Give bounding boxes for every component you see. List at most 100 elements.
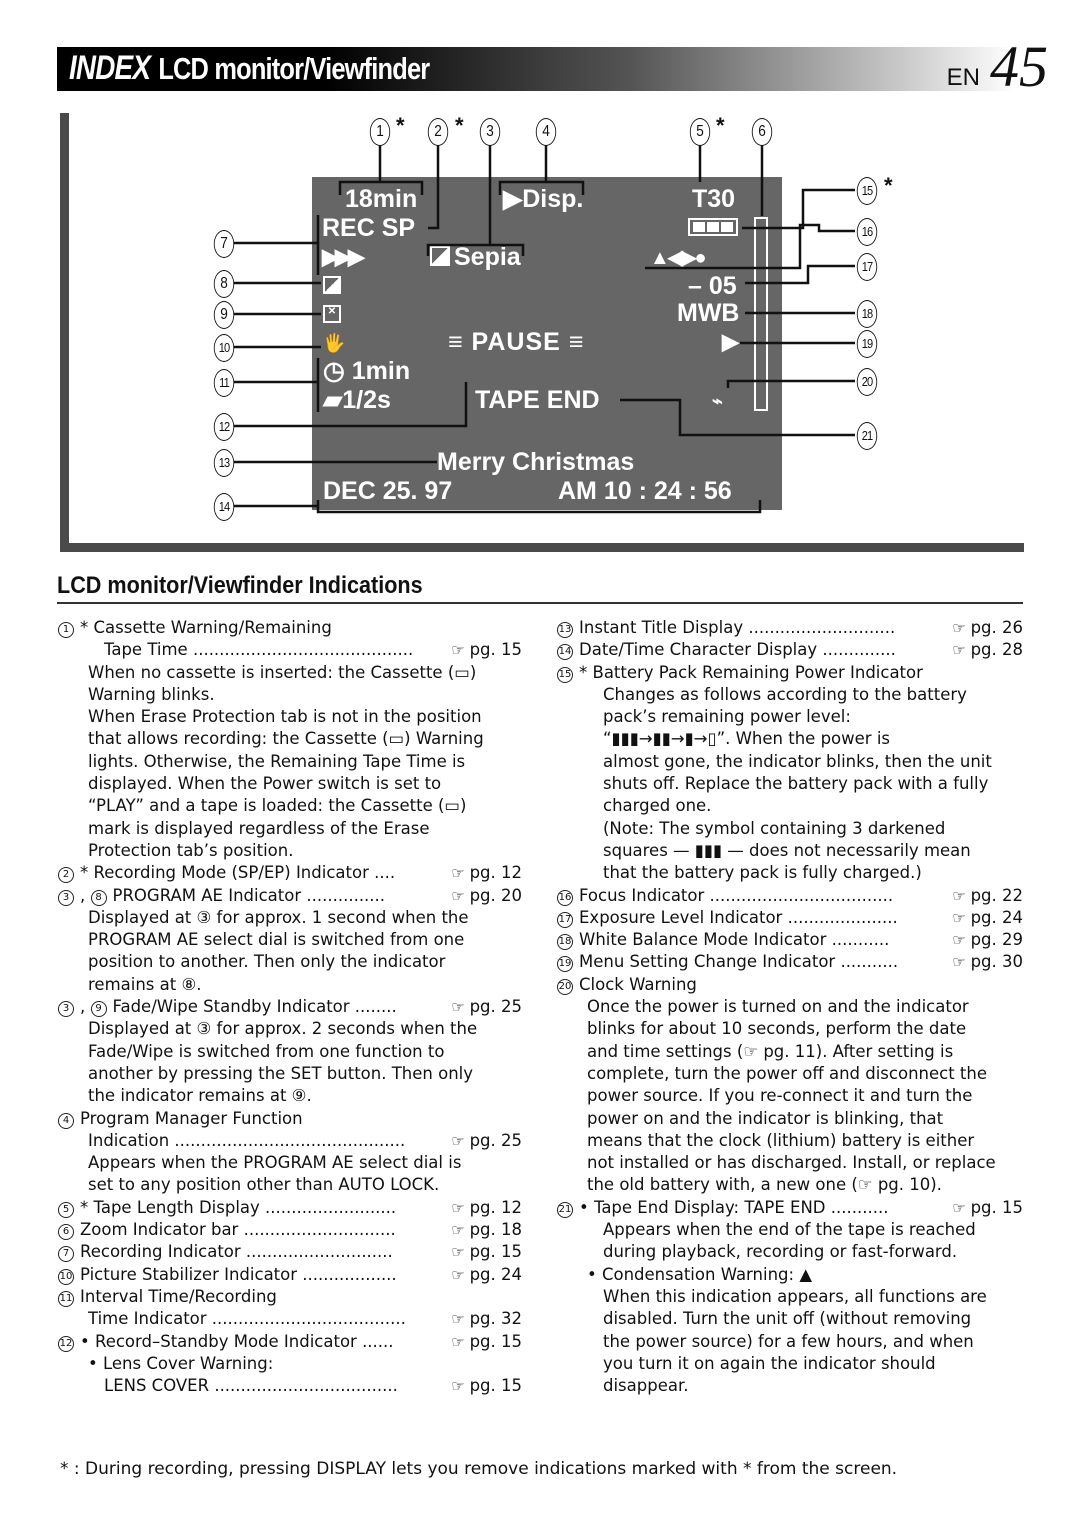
index-entry-line: Once the power is turned on and the indi… bbox=[557, 996, 1023, 1018]
timer-icon: ◷ bbox=[323, 357, 352, 385]
star-2: * bbox=[455, 113, 464, 138]
entry-text: PROGRAM AE select dial is switched from … bbox=[88, 930, 465, 950]
header-title: INDEX LCD monitor/Viewfinder bbox=[69, 49, 430, 88]
index-entry-line: “▮▮▮→▮▮→▮→▯”. When the power is bbox=[557, 728, 1023, 750]
white-balance: MWB bbox=[677, 299, 740, 327]
entry-text: Protection tab’s position. bbox=[88, 840, 294, 860]
recording-arrows-icon: ▶▶▶ bbox=[322, 244, 365, 269]
callout-3: 3 bbox=[479, 118, 501, 146]
callout-10: 10 bbox=[213, 334, 235, 362]
index-entry-line: Time Indicator .........................… bbox=[58, 1308, 522, 1330]
pointing-hand-icon: ☞ bbox=[451, 864, 470, 883]
callout-20: 20 bbox=[856, 368, 878, 396]
entry-text: Tape Time ..............................… bbox=[104, 640, 414, 660]
page-reference-text: pg. 24 bbox=[970, 907, 1023, 927]
time-display: AM 10 : 24 : 56 bbox=[558, 477, 732, 505]
entry-text: White Balance Mode Indicator ........... bbox=[579, 930, 890, 950]
index-entry-line: 15 * Battery Pack Remaining Power Indicat… bbox=[557, 662, 1023, 684]
entry-text: that the battery pack is fully charged.) bbox=[603, 863, 922, 883]
callout-13: 13 bbox=[213, 449, 235, 477]
index-entry-line: and time settings (☞ pg. 11). After sett… bbox=[557, 1041, 1023, 1063]
entry-text: Picture Stabilizer Indicator ...........… bbox=[80, 1264, 397, 1284]
entry-text: and time settings (☞ pg. 11). After sett… bbox=[587, 1041, 954, 1061]
entry-text: Fade/Wipe is switched from one function … bbox=[88, 1041, 445, 1061]
star-5: * bbox=[716, 113, 725, 138]
entry-text: complete, turn the power off and disconn… bbox=[587, 1063, 987, 1083]
callout-number: 6 bbox=[58, 1224, 74, 1241]
callout-number: 19 bbox=[557, 956, 573, 973]
callout-9: 9 bbox=[213, 301, 235, 329]
battery-icon bbox=[688, 218, 738, 236]
page-reference-text: pg. 15 bbox=[469, 1331, 522, 1351]
entry-text: the indicator remains at ⑨. bbox=[88, 1086, 312, 1106]
index-entry-line: 1 * Cassette Warning/Remaining bbox=[58, 617, 522, 639]
page-reference: ☞ pg. 25 bbox=[451, 1130, 522, 1152]
index-entry-line: 19 Menu Setting Change Indicator ........… bbox=[557, 951, 1023, 973]
language-label: EN bbox=[946, 64, 980, 91]
callout-1: 1 bbox=[369, 118, 391, 146]
pause-status: ≡ PAUSE ≡ bbox=[448, 328, 585, 356]
index-entry-line: not installed or has discharged. Install… bbox=[557, 1152, 1023, 1174]
callout-number: 14 bbox=[557, 644, 573, 661]
page-reference: ☞ pg. 22 bbox=[952, 885, 1023, 907]
clock-warning-icon: ⌁ bbox=[712, 391, 723, 411]
entry-text: * Cassette Warning/Remaining bbox=[80, 618, 332, 637]
page-reference: ☞ pg. 15 bbox=[451, 1331, 522, 1353]
page-reference-text: pg. 26 bbox=[970, 618, 1023, 637]
diagram-frame-left bbox=[60, 113, 69, 552]
pointing-hand-icon: ☞ bbox=[952, 886, 971, 905]
index-entry-line: When no cassette is inserted: the Casset… bbox=[58, 662, 522, 684]
index-entry-line: disabled. Turn the unit off (without rem… bbox=[557, 1308, 1023, 1330]
interval-time-text: 1min bbox=[351, 357, 411, 385]
callout-number: 9 bbox=[90, 1001, 107, 1018]
header-band: INDEX LCD monitor/Viewfinder bbox=[57, 47, 1015, 91]
interval-time: ◷ 1min bbox=[323, 359, 410, 384]
entry-text: When Erase Protection tab is not in the … bbox=[88, 707, 482, 727]
index-entry-line: disappear. bbox=[557, 1375, 1023, 1397]
entry-text: “▮▮▮→▮▮→▮→▯”. When the power is bbox=[603, 729, 890, 749]
callout-number: 17 bbox=[557, 911, 573, 928]
index-entry-line: remains at ⑧. bbox=[58, 974, 522, 996]
index-entry-line: shuts off. Replace the battery pack with… bbox=[557, 773, 1023, 795]
entry-text: Focus Indicator ........................… bbox=[579, 885, 894, 905]
pointing-hand-icon: ☞ bbox=[952, 1198, 971, 1217]
entry-text: Instant Title Display ..................… bbox=[579, 618, 896, 637]
exposure-level: – 05 bbox=[688, 272, 737, 300]
entry-text: PROGRAM AE Indicator ............... bbox=[112, 885, 386, 905]
pointing-hand-icon: ☞ bbox=[451, 998, 470, 1017]
header-title-text: LCD monitor/Viewfinder bbox=[158, 51, 430, 86]
pointing-hand-icon: ☞ bbox=[952, 641, 971, 660]
callout-2: 2 bbox=[427, 118, 449, 146]
callout-number: 21 bbox=[557, 1201, 573, 1218]
page-reference-text: pg. 18 bbox=[469, 1220, 522, 1240]
callout-5: 5 bbox=[689, 118, 711, 146]
pointing-hand-icon: ☞ bbox=[451, 1377, 470, 1396]
entry-text: Indication .............................… bbox=[88, 1130, 406, 1150]
star-1: * bbox=[396, 113, 405, 138]
page-reference-text: pg. 20 bbox=[469, 885, 522, 905]
callout-6: 6 bbox=[751, 118, 773, 146]
pointing-hand-icon: ☞ bbox=[451, 886, 470, 905]
pointing-hand-icon: ☞ bbox=[451, 1332, 470, 1351]
page-reference: ☞ pg. 24 bbox=[952, 907, 1023, 929]
index-entry-line: position to another. Then only the indic… bbox=[58, 951, 522, 973]
page-reference-text: pg. 29 bbox=[970, 930, 1023, 950]
index-entry-line: (Note: The symbol containing 3 darkened bbox=[557, 818, 1023, 840]
callout-number: 12 bbox=[58, 1335, 74, 1352]
index-entry-line: • Condensation Warning: ▲ bbox=[557, 1264, 1023, 1286]
program-ae: Sepia bbox=[430, 245, 521, 270]
entry-text: lights. Otherwise, the Remaining Tape Ti… bbox=[88, 751, 466, 771]
entry-text: * Tape Length Display ..................… bbox=[80, 1197, 397, 1217]
entry-text: LENS COVER .............................… bbox=[104, 1376, 398, 1396]
entry-text: (Note: The symbol containing 3 darkened bbox=[603, 818, 946, 838]
page-reference-text: pg. 12 bbox=[469, 1197, 522, 1217]
callout-number: 4 bbox=[58, 1112, 74, 1129]
page-reference-text: pg. 15 bbox=[469, 1242, 522, 1262]
entry-text: • Tape End Display: TAPE END ........... bbox=[579, 1197, 889, 1217]
instant-title: Merry Christmas bbox=[437, 448, 635, 476]
callout-number: 18 bbox=[557, 934, 573, 951]
index-entry-line: means that the clock (lithium) battery i… bbox=[557, 1130, 1023, 1152]
callout-number: 13 bbox=[557, 622, 573, 638]
entry-text: Displayed at ③ for approx. 1 second when… bbox=[88, 907, 469, 927]
entry-text: shuts off. Replace the battery pack with… bbox=[603, 774, 989, 794]
